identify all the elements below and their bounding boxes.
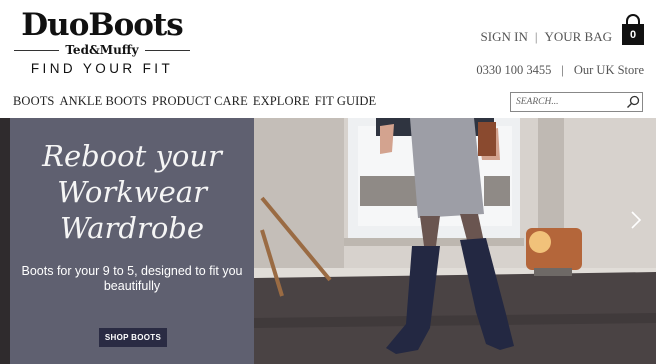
model-arm <box>380 124 394 154</box>
model-skirt <box>410 118 484 218</box>
phone-number[interactable]: 0330 100 3455 <box>476 63 551 78</box>
nav-item-explore[interactable]: EXPLORE <box>253 94 310 109</box>
uk-store-link[interactable]: Our UK Store <box>574 63 644 78</box>
divider <box>14 49 60 51</box>
contact-bar: 0330 100 3455 | Our UK Store <box>476 63 644 78</box>
search-input[interactable] <box>511 93 621 111</box>
your-bag-link[interactable]: YOUR BAG <box>544 29 612 45</box>
panel-edge <box>0 118 10 364</box>
separator: | <box>561 63 564 77</box>
brand-tagline: FIND YOUR FIT <box>30 61 174 76</box>
account-links: SIGN IN | YOUR BAG <box>481 29 612 45</box>
chevron-right-icon[interactable] <box>630 210 642 230</box>
divider <box>144 49 190 51</box>
street-view <box>360 176 418 206</box>
hero-title: Reboot your Workwear Wardrobe <box>42 139 222 245</box>
nav-item-ankle-boots[interactable]: ANKLE BOOTS <box>59 94 147 109</box>
search-icon[interactable] <box>626 95 640 109</box>
nav-item-product-care[interactable]: PRODUCT CARE <box>152 94 248 109</box>
nav-item-fit-guide[interactable]: FIT GUIDE <box>315 94 376 109</box>
search-box <box>510 92 643 112</box>
nav-item-boots[interactable]: BOOTS <box>13 94 54 109</box>
brand-sub-row: Ted&Muffy <box>14 43 190 57</box>
shop-boots-button[interactable]: SHOP BOOTS <box>99 328 167 347</box>
shopping-bag-icon[interactable]: 0 <box>622 14 644 45</box>
bag-count: 0 <box>622 24 644 45</box>
brand-name: DuoBoots <box>21 7 183 43</box>
hero-subtitle: Boots for your 9 to 5, designed to fit y… <box>21 264 243 293</box>
lamp-base <box>534 268 572 276</box>
brand-sub: Ted&Muffy <box>65 43 139 57</box>
separator: | <box>534 29 538 44</box>
brand-logo[interactable]: DuoBoots Ted&Muffy FIND YOUR FIT <box>14 8 190 77</box>
main-nav: BOOTS ANKLE BOOTS PRODUCT CARE EXPLORE F… <box>13 94 376 109</box>
sign-in-link[interactable]: SIGN IN <box>481 29 528 45</box>
hero-banner: Reboot your Workwear Wardrobe Boots for … <box>0 118 656 364</box>
street-view <box>484 176 510 206</box>
lamp-light <box>529 231 551 253</box>
model-clutch <box>478 122 496 156</box>
